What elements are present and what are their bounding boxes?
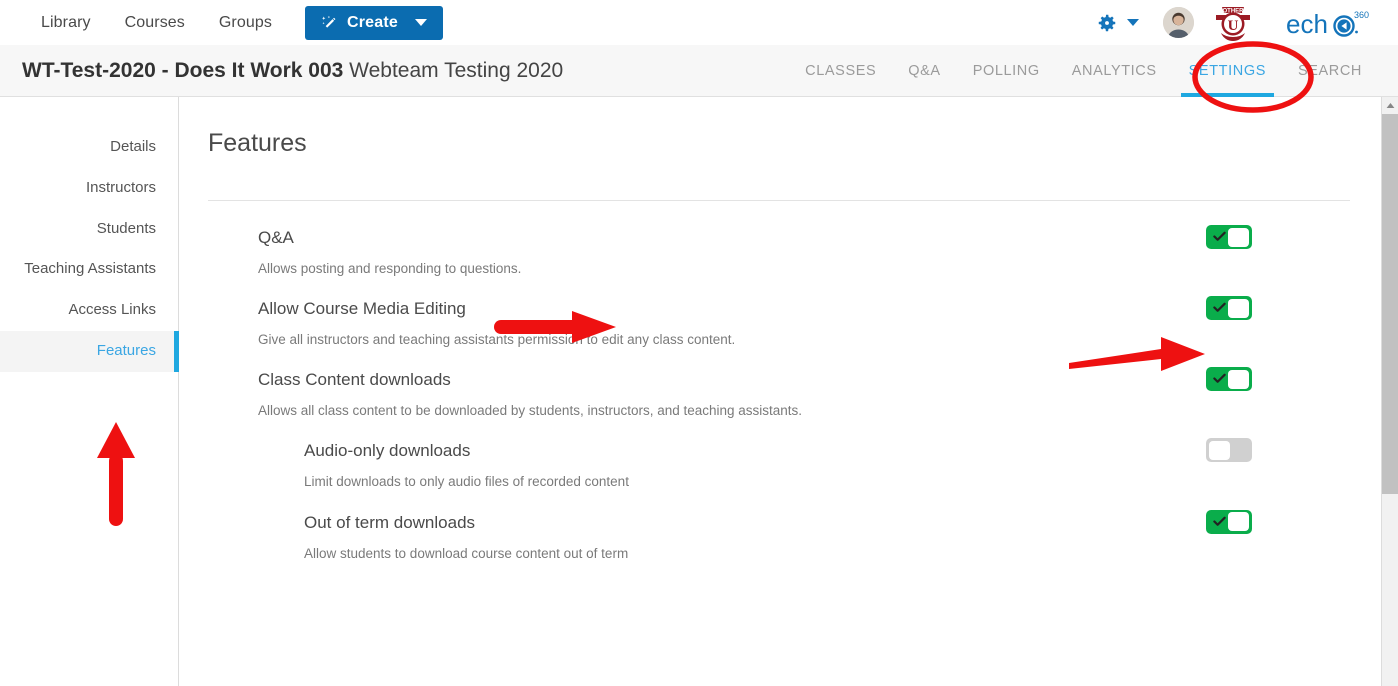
top-navigation-bar: Library Courses Groups Create OTHER U ec… — [0, 0, 1398, 45]
create-button[interactable]: Create — [304, 5, 443, 40]
scrollbar-thumb[interactable] — [1382, 114, 1398, 494]
svg-text:360: 360 — [1354, 10, 1369, 20]
tab-settings[interactable]: SETTINGS — [1173, 45, 1282, 97]
feature-description: Allows all class content to be downloade… — [258, 403, 803, 419]
check-icon — [1213, 516, 1226, 526]
svg-text:ech: ech — [1286, 9, 1328, 39]
toggle-allow-course-media-editing[interactable] — [1206, 296, 1252, 321]
toggle-knob — [1228, 298, 1249, 318]
features-content-panel: Features Q&A Allows posting and respondi… — [180, 97, 1370, 686]
check-icon — [1213, 373, 1226, 384]
create-button-label: Create — [346, 13, 398, 31]
page-title: Features — [208, 129, 307, 157]
toggle-class-content-downloads[interactable] — [1206, 367, 1252, 392]
nav-link-groups[interactable]: Groups — [202, 0, 289, 45]
feature-row-class-content-downloads: Class Content downloads Allows all class… — [208, 359, 1370, 430]
course-header-bar: WT-Test-2020 - Does It Work 003 Webteam … — [0, 45, 1398, 97]
svg-text:U: U — [1228, 18, 1239, 34]
toggle-knob — [1228, 227, 1249, 247]
magic-wand-icon — [321, 15, 336, 28]
sidebar-item-details[interactable]: Details — [0, 127, 178, 168]
toggle-knob — [1209, 440, 1230, 460]
echo360-logo: ech 360 — [1286, 9, 1369, 39]
feature-row-allow-course-media-editing: Allow Course Media Editing Give all inst… — [208, 288, 1370, 359]
course-name: Webteam Testing 2020 — [349, 58, 564, 82]
sidebar-item-teaching-assistants[interactable]: Teaching Assistants — [0, 249, 178, 290]
course-tabs: CLASSES Q&A POLLING ANALYTICS SETTINGS S… — [789, 45, 1398, 97]
sidebar-item-students[interactable]: Students — [0, 209, 178, 250]
other-u-logo: OTHER U — [1216, 6, 1250, 41]
sidebar-item-features[interactable]: Features — [0, 330, 179, 372]
body-area: Details Instructors Students Teaching As… — [0, 97, 1398, 686]
check-icon — [1213, 302, 1226, 313]
chevron-down-icon — [414, 19, 427, 26]
sidebar-item-access-links[interactable]: Access Links — [0, 290, 178, 331]
scroll-up-arrow-icon[interactable] — [1382, 97, 1398, 114]
feature-name: Q&A — [258, 228, 294, 247]
avatar-image — [1163, 7, 1194, 38]
tab-qa[interactable]: Q&A — [892, 45, 956, 97]
features-list: Q&A Allows posting and responding to que… — [208, 201, 1370, 573]
feature-name: Class Content downloads — [258, 370, 451, 390]
top-right-controls: OTHER U ech 360 — [1096, 3, 1398, 43]
tab-search[interactable]: SEARCH — [1282, 45, 1378, 97]
vertical-scrollbar[interactable] — [1381, 97, 1398, 686]
feature-row-qa: Q&A Allows posting and responding to que… — [208, 217, 1370, 288]
settings-sidebar: Details Instructors Students Teaching As… — [0, 97, 179, 686]
toggle-qa[interactable] — [1206, 225, 1252, 249]
feature-description: Limit downloads to only audio files of r… — [304, 474, 629, 490]
feature-description: Allow students to download course conten… — [304, 545, 629, 561]
primary-nav: Library Courses Groups Create — [24, 0, 443, 45]
page-title-course: WT-Test-2020 - Does It Work 003 Webteam … — [22, 59, 563, 83]
toggle-out-of-term-downloads[interactable] — [1206, 509, 1252, 534]
avatar[interactable] — [1163, 7, 1194, 38]
chevron-down-icon — [1127, 19, 1139, 26]
nav-link-library[interactable]: Library — [24, 0, 108, 45]
feature-name: Allow Course Media Editing — [258, 299, 466, 319]
feature-description: Give all instructors and teaching assist… — [258, 332, 736, 348]
tab-classes[interactable]: CLASSES — [789, 45, 892, 97]
toggle-knob — [1228, 369, 1249, 389]
nav-link-courses[interactable]: Courses — [108, 0, 202, 45]
course-code: WT-Test-2020 - Does It Work 003 — [22, 58, 344, 82]
toggle-audio-only-downloads[interactable] — [1206, 438, 1252, 463]
sidebar-item-instructors[interactable]: Instructors — [0, 168, 178, 209]
tab-analytics[interactable]: ANALYTICS — [1056, 45, 1173, 97]
feature-description: Allows posting and responding to questio… — [258, 260, 522, 276]
settings-menu-button[interactable] — [1096, 12, 1139, 34]
tab-polling[interactable]: POLLING — [957, 45, 1056, 97]
feature-row-out-of-term-downloads: Out of term downloads Allow students to … — [208, 502, 1370, 573]
feature-row-audio-only-downloads: Audio-only downloads Limit downloads to … — [208, 430, 1370, 501]
toggle-knob — [1228, 512, 1249, 532]
check-icon — [1213, 231, 1226, 241]
gear-icon — [1098, 14, 1116, 31]
